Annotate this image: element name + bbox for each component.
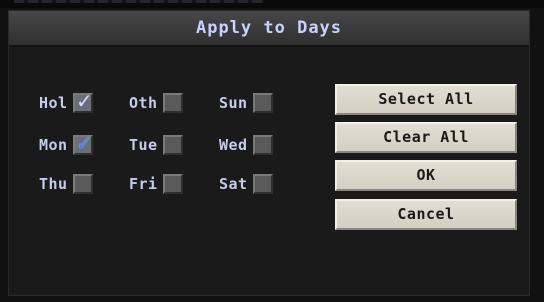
apply-to-days-dialog: Apply to Days Hol ✓ Oth Sun Mon ✓ Tue We… [8,10,530,296]
day-label: Hol [39,94,68,112]
day-option-fri[interactable]: Fri [129,172,183,196]
checkbox-thu[interactable] [73,174,93,194]
check-icon: ✓ [76,131,93,155]
day-option-oth[interactable]: Oth [129,91,183,115]
day-option-mon[interactable]: Mon ✓ [39,133,93,157]
day-label: Wed [219,136,248,154]
checkbox-sat[interactable] [253,174,273,194]
day-label: Thu [39,175,68,193]
checkbox-oth[interactable] [163,93,183,113]
day-option-sun[interactable]: Sun [219,91,273,115]
day-option-tue[interactable]: Tue [129,133,183,157]
day-option-hol[interactable]: Hol ✓ [39,91,93,115]
dialog-titlebar: Apply to Days [9,11,529,47]
checkbox-hol[interactable]: ✓ [73,89,93,113]
day-label: Tue [129,136,158,154]
day-label: Sun [219,94,248,112]
ok-button[interactable]: OK [335,160,517,191]
select-all-button[interactable]: Select All [335,84,517,115]
background-text-blur [14,0,264,3]
checkbox-fri[interactable] [163,174,183,194]
day-option-sat[interactable]: Sat [219,172,273,196]
day-label: Oth [129,94,158,112]
checkbox-wed[interactable] [253,135,273,155]
checkbox-sun[interactable] [253,93,273,113]
day-option-thu[interactable]: Thu [39,172,93,196]
day-label: Fri [129,175,158,193]
cancel-button[interactable]: Cancel [335,199,517,230]
dialog-title: Apply to Days [195,18,343,38]
day-label: Sat [219,175,248,193]
day-label: Mon [39,136,68,154]
checkbox-mon[interactable]: ✓ [73,131,93,155]
day-option-wed[interactable]: Wed [219,133,273,157]
checkbox-tue[interactable] [163,135,183,155]
check-icon: ✓ [76,89,93,113]
clear-all-button[interactable]: Clear All [335,122,517,153]
background-strip [0,0,544,8]
